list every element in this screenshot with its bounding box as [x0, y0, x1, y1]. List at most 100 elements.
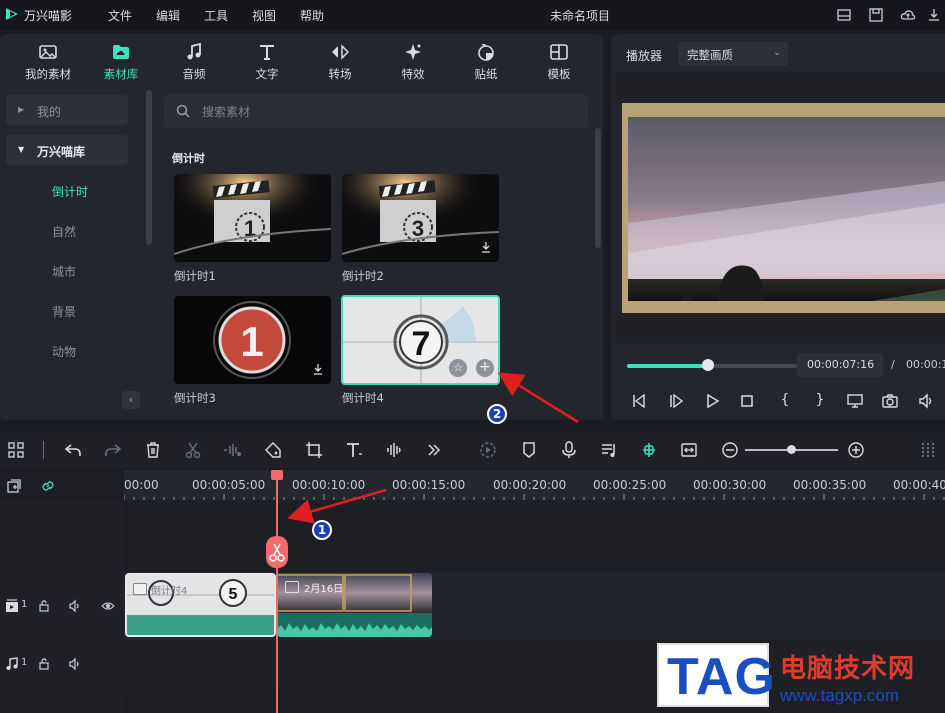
- tab-my-media[interactable]: 我的素材: [18, 42, 78, 82]
- scissors-icon: [269, 543, 285, 562]
- crop-icon[interactable]: [304, 440, 324, 460]
- redo-icon[interactable]: [103, 440, 123, 460]
- lock-icon[interactable]: [37, 657, 51, 671]
- sidebar-sub-nature[interactable]: 自然: [6, 215, 128, 245]
- countdown-thumbnail: 1: [213, 301, 291, 379]
- volume-icon[interactable]: [917, 392, 935, 410]
- clip-label: 2月16日: [304, 584, 344, 595]
- cut-icon[interactable]: [183, 440, 203, 460]
- tab-transitions[interactable]: 转场: [310, 42, 370, 82]
- mark-out-icon[interactable]: }: [811, 392, 829, 410]
- mute-icon[interactable]: [68, 599, 82, 613]
- display-icon[interactable]: [846, 392, 864, 410]
- tab-stickers[interactable]: 贴纸: [456, 42, 516, 82]
- annotation-badge-2: 2: [487, 404, 507, 424]
- menu-file[interactable]: 文件: [108, 7, 132, 24]
- microphone-icon[interactable]: [559, 440, 579, 460]
- layout-icon[interactable]: [836, 7, 852, 23]
- video-preview: [622, 103, 945, 313]
- tab-label: 模板: [547, 67, 571, 81]
- ruler-tick-label: 00:00: [124, 478, 159, 492]
- fit-timeline-icon[interactable]: [679, 440, 699, 460]
- ruler-tick-label: 00:00:40:: [893, 478, 945, 492]
- playhead-handle[interactable]: [271, 470, 283, 480]
- sidebar-item-label: 万兴喵库: [37, 145, 86, 159]
- eye-icon[interactable]: [101, 599, 115, 613]
- seek-handle[interactable]: [702, 359, 714, 371]
- tab-effects[interactable]: 特效: [383, 42, 443, 82]
- sidebar-sub-animals[interactable]: 动物: [6, 335, 128, 365]
- tab-templates[interactable]: 模板: [529, 42, 589, 82]
- save-icon[interactable]: [868, 7, 884, 23]
- lock-icon[interactable]: [37, 599, 51, 613]
- split-scissors-button[interactable]: [266, 536, 288, 568]
- marker-icon[interactable]: [519, 440, 539, 460]
- delete-icon[interactable]: [143, 440, 163, 460]
- timeline-clip-countdown[interactable]: 5 倒计时4: [125, 573, 276, 637]
- render-play-icon[interactable]: [478, 440, 498, 460]
- add-track-icon[interactable]: [6, 478, 22, 494]
- menu-edit[interactable]: 编辑: [156, 7, 180, 24]
- collapse-sidebar-button[interactable]: ‹: [122, 391, 140, 409]
- sidebar-item-label: 我的: [37, 105, 62, 119]
- current-time-box[interactable]: 00:00:07:16: [797, 353, 883, 377]
- snapshot-camera-icon[interactable]: [881, 392, 899, 410]
- asset-card-countdown-2[interactable]: 3: [342, 174, 499, 262]
- download-icon[interactable]: [926, 7, 942, 23]
- search-input[interactable]: 搜索素材: [202, 103, 250, 120]
- tag-icon[interactable]: [263, 440, 283, 460]
- grid-scrollbar[interactable]: [595, 128, 601, 248]
- tab-stock-library[interactable]: 素材库: [91, 42, 151, 82]
- stop-icon[interactable]: [738, 392, 756, 410]
- sidebar-item-library[interactable]: ▼ 万兴喵库: [6, 135, 128, 165]
- add-to-timeline-plus-icon[interactable]: +: [476, 359, 494, 377]
- player-label: 播放器: [626, 49, 663, 63]
- tab-audio[interactable]: 音频: [164, 42, 224, 82]
- zoom-in-icon[interactable]: [846, 440, 866, 460]
- card-label: 倒计时1: [174, 269, 216, 283]
- sidebar-sub-city[interactable]: 城市: [6, 255, 128, 285]
- playhead-line[interactable]: [276, 470, 278, 713]
- music-track-icon: [6, 657, 18, 670]
- audio-mix-icon[interactable]: [599, 440, 619, 460]
- zoom-out-icon[interactable]: [720, 440, 740, 460]
- favorite-star-icon[interactable]: ☆: [449, 359, 467, 377]
- sidebar-scrollbar[interactable]: [146, 90, 152, 245]
- search-bar[interactable]: 搜索素材: [164, 94, 588, 128]
- caret-down-icon: ▼: [18, 145, 25, 154]
- asset-card-countdown-4[interactable]: 7 ☆ +: [341, 295, 500, 385]
- countdown-thumbnail: 1: [174, 174, 331, 262]
- tab-text[interactable]: 文字: [237, 42, 297, 82]
- panel-grip-icon[interactable]: [918, 440, 938, 460]
- cloud-folder-icon: [113, 45, 129, 59]
- sidebar-item-mine[interactable]: ▶ 我的: [6, 95, 128, 125]
- audio-detach-icon[interactable]: [222, 440, 242, 460]
- download-icon[interactable]: [311, 362, 325, 376]
- text-tool-icon[interactable]: [344, 440, 364, 460]
- cloud-upload-icon[interactable]: [900, 7, 916, 23]
- next-frame-icon[interactable]: [667, 392, 685, 410]
- mark-in-icon[interactable]: {: [776, 392, 794, 410]
- timeline-clip-video[interactable]: 2月16日: [277, 573, 432, 637]
- tab-label: 转场: [328, 67, 352, 81]
- more-chevrons-icon[interactable]: [424, 440, 444, 460]
- zoom-slider-handle[interactable]: [787, 445, 796, 454]
- layout-grid-icon[interactable]: [6, 440, 26, 460]
- mute-icon[interactable]: [68, 657, 82, 671]
- snap-magnet-icon[interactable]: [639, 440, 659, 460]
- undo-icon[interactable]: [63, 440, 83, 460]
- asset-card-countdown-3[interactable]: 1: [174, 296, 331, 384]
- quality-dropdown[interactable]: 完整画质 ⌄: [678, 42, 788, 66]
- audio-wave-icon[interactable]: [384, 440, 404, 460]
- menu-help[interactable]: 帮助: [300, 7, 324, 24]
- play-icon[interactable]: [703, 392, 721, 410]
- download-icon[interactable]: [479, 240, 493, 254]
- tab-label: 素材库: [103, 67, 139, 81]
- asset-card-countdown-1[interactable]: 1: [174, 174, 331, 262]
- sidebar-sub-background[interactable]: 背景: [6, 295, 128, 325]
- menu-tools[interactable]: 工具: [204, 7, 228, 24]
- link-icon[interactable]: [40, 478, 56, 494]
- menu-view[interactable]: 视图: [252, 7, 276, 24]
- sidebar-sub-countdown[interactable]: 倒计时: [6, 175, 128, 205]
- prev-frame-icon[interactable]: [630, 392, 648, 410]
